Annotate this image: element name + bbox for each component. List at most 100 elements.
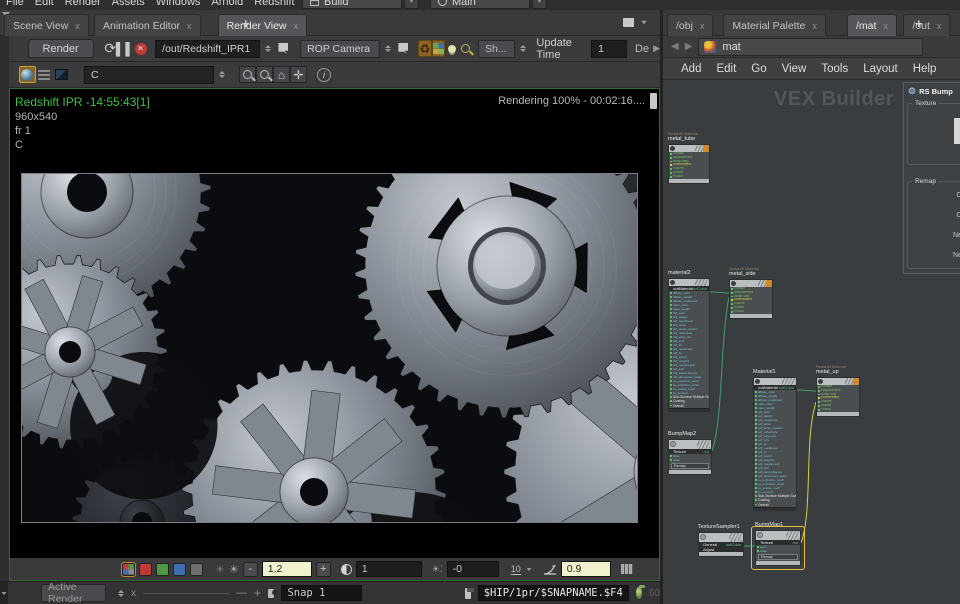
- network-node-metal_up[interactable]: SurfaceDisplacementBump MapEnvironmentVo…: [816, 377, 860, 417]
- camera-spinner[interactable]: [385, 45, 391, 52]
- offset-field[interactable]: -0: [447, 561, 499, 577]
- tab-material-palette[interactable]: Material Palettex: [723, 14, 825, 36]
- channel-all-swatch[interactable]: [122, 563, 135, 576]
- network-node-bumpmap2[interactable]: TextureoutinputscaleRemap: [668, 439, 712, 475]
- tab-animation-editor[interactable]: Animation Editorx: [94, 14, 201, 36]
- node-header[interactable]: [730, 280, 772, 287]
- channel-spinner[interactable]: [219, 71, 225, 78]
- stop-icon[interactable]: ✕: [134, 40, 147, 57]
- zoom-out-icon[interactable]: [256, 66, 273, 83]
- toolbar-overflow-arrow[interactable]: ▶: [653, 43, 660, 54]
- tab-close-icon[interactable]: x: [294, 21, 299, 31]
- log-scale-dropdown[interactable]: [526, 568, 531, 571]
- menu-assets[interactable]: Assets: [112, 0, 145, 8]
- tab-close-icon[interactable]: x: [75, 21, 80, 31]
- right-new-tab-button[interactable]: +: [915, 16, 923, 31]
- statusbar-corner[interactable]: [0, 582, 8, 604]
- render-region-icon[interactable]: [459, 40, 472, 57]
- render-viewport[interactable]: Redshift IPR -14:55:43[1] 960x540 fr 1 C…: [9, 88, 660, 581]
- menu-file[interactable]: File: [6, 0, 24, 8]
- rop-spinner[interactable]: [265, 45, 271, 52]
- refresh-icon[interactable]: ⟳: [104, 40, 117, 57]
- log-scale-icon[interactable]: 10: [511, 564, 521, 575]
- pane-menu-icon[interactable]: [641, 21, 647, 25]
- tab--out[interactable]: /outx: [903, 14, 950, 36]
- brightness-icon[interactable]: ☀: [229, 563, 239, 576]
- node-scrollbar[interactable]: [754, 507, 796, 511]
- network-path-field[interactable]: mat: [698, 38, 923, 56]
- moneybag-icon[interactable]: [636, 587, 642, 599]
- shading-dropdown[interactable]: Sh...: [478, 40, 515, 58]
- camera-dropdown[interactable]: ROP Camera: [300, 40, 380, 58]
- adjust-menu-icon[interactable]: [621, 564, 633, 574]
- network-node-material2[interactable]: outMaterialoutColordiffuse_colordiffuse_…: [668, 278, 710, 412]
- shading-spinner[interactable]: [520, 45, 526, 52]
- node-header[interactable]: [817, 378, 859, 385]
- gamma-field[interactable]: 0.9: [561, 561, 611, 577]
- netmenu-edit[interactable]: Edit: [716, 63, 736, 75]
- texture-file-field[interactable]: [954, 118, 960, 144]
- gain-field[interactable]: 1.2: [262, 561, 312, 577]
- node-header[interactable]: [669, 440, 711, 449]
- pane-controls[interactable]: [623, 18, 648, 27]
- display-list-icon[interactable]: [36, 66, 53, 83]
- desktop-dropdown-arrow[interactable]: ▼: [404, 0, 419, 9]
- zoom-in-icon[interactable]: [239, 66, 256, 83]
- layout-dropdown-arrow[interactable]: ▼: [532, 0, 547, 9]
- layout-selector[interactable]: Main: [430, 0, 530, 9]
- node-param-row[interactable]: scale: [669, 458, 711, 462]
- snap-plus[interactable]: +: [254, 586, 261, 600]
- node-param-row[interactable]: Overall: [669, 404, 709, 408]
- clear-render-icon[interactable]: x: [131, 588, 136, 599]
- netmenu-tools[interactable]: Tools: [821, 63, 848, 75]
- display-image-icon[interactable]: [53, 66, 70, 83]
- render-button[interactable]: Render: [28, 39, 94, 58]
- gain-plus-button[interactable]: +: [316, 562, 331, 577]
- tab--mat[interactable]: /matx: [847, 14, 897, 36]
- snapshot-slider[interactable]: [143, 593, 229, 594]
- node-param-row[interactable]: Photon: [669, 175, 709, 179]
- netmenu-view[interactable]: View: [782, 63, 807, 75]
- tab-close-icon[interactable]: x: [187, 21, 192, 31]
- viewport-scrollbar[interactable]: [650, 93, 657, 109]
- update-time-field[interactable]: 1: [591, 40, 627, 58]
- tab-close-icon[interactable]: x: [812, 21, 817, 31]
- node-param-row[interactable]: Photon: [730, 310, 772, 314]
- save-icon[interactable]: [465, 588, 471, 599]
- node-header[interactable]: [699, 533, 743, 542]
- channel-alpha-swatch[interactable]: [190, 563, 203, 576]
- snapshot-camera-icon[interactable]: [268, 589, 275, 598]
- info-icon[interactable]: i: [317, 68, 331, 82]
- gain-minus-button[interactable]: -: [243, 562, 258, 577]
- render-mode-dropdown[interactable]: Active Render: [41, 584, 106, 602]
- node-param-row[interactable]: Photon: [817, 408, 859, 412]
- channel-blue-swatch[interactable]: [173, 563, 186, 576]
- network-node-metal_side[interactable]: SurfaceDisplacementBump MapEnvironmentVo…: [729, 279, 773, 319]
- netmenu-layout[interactable]: Layout: [863, 63, 898, 75]
- netmenu-add[interactable]: Add: [681, 63, 701, 75]
- pause-icon[interactable]: ▌▌: [117, 40, 134, 57]
- display-sphere-icon[interactable]: [19, 66, 36, 83]
- dim-brightness-icon[interactable]: ☀: [215, 563, 225, 576]
- tab--obj[interactable]: /objx: [667, 14, 713, 36]
- save-path-field[interactable]: $HIP/1pr/$SNAPNAME.$F4: [478, 585, 629, 601]
- channel-green-swatch[interactable]: [156, 563, 169, 576]
- choose-rop-icon[interactable]: [277, 40, 290, 57]
- channel-dropdown[interactable]: C: [84, 66, 214, 84]
- nav-forward-icon[interactable]: ▶: [685, 41, 693, 52]
- home-view-icon[interactable]: ⌂: [273, 66, 290, 83]
- new-tab-button[interactable]: +: [242, 16, 250, 31]
- tab-close-icon[interactable]: x: [937, 21, 942, 31]
- lights-icon[interactable]: [445, 40, 458, 57]
- node-remap-box[interactable]: Remap: [671, 463, 709, 469]
- auto-update-icon[interactable]: ♻: [418, 40, 432, 57]
- choose-camera-icon[interactable]: [397, 40, 410, 57]
- node-header[interactable]: [669, 279, 709, 286]
- pane-maximize-icon[interactable]: [623, 18, 634, 27]
- desktop-selector[interactable]: Build: [302, 0, 402, 9]
- tab-close-icon[interactable]: x: [700, 21, 705, 31]
- menu-edit[interactable]: Edit: [35, 0, 54, 8]
- network-editor[interactable]: VEX Builder Redshift Materialmetal_tubeS…: [663, 80, 960, 604]
- contrast-icon[interactable]: [341, 564, 352, 575]
- white-point-field[interactable]: 1: [356, 561, 422, 577]
